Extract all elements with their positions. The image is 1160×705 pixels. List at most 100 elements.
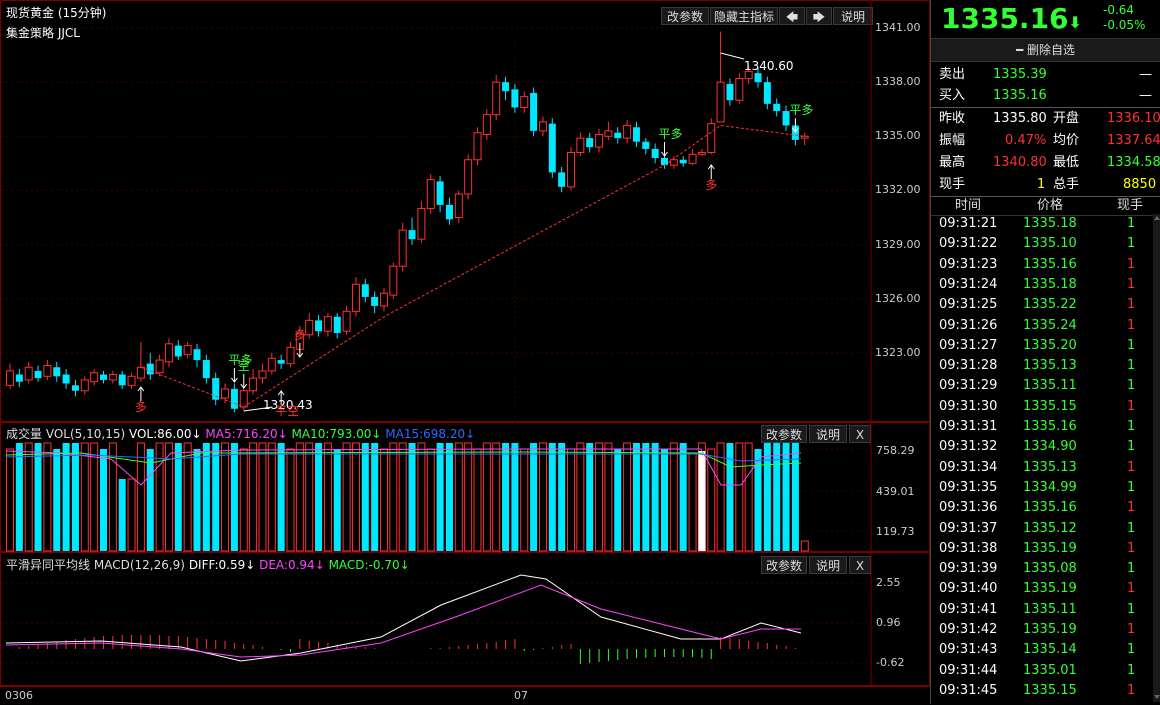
volume-bar — [604, 442, 613, 552]
tick-row: 09:31:39 1335.08 1 — [931, 559, 1160, 579]
candle-body — [155, 359, 164, 374]
tick-price: 1335.15 — [1023, 398, 1077, 414]
candle-body — [735, 78, 744, 101]
volume-bar — [15, 443, 23, 551]
volume-bar — [482, 442, 491, 552]
tick-price: 1335.20 — [1023, 337, 1077, 353]
buy-volume: — — [1139, 88, 1152, 103]
volume-bar — [661, 449, 668, 551]
candle-body — [558, 172, 566, 187]
volume-bar — [669, 442, 678, 552]
ticks-scrollbar[interactable] — [1153, 214, 1160, 702]
candle-body — [763, 82, 771, 104]
tick-price: 1335.19 — [1023, 540, 1077, 556]
candle-body — [323, 316, 332, 332]
tick-row: 09:31:31 1335.16 1 — [931, 417, 1160, 437]
candle-body — [538, 121, 547, 132]
macd-axis-3: -0.62 — [876, 656, 905, 669]
volume-bar — [43, 442, 52, 552]
tick-price: 1335.10 — [1023, 236, 1077, 252]
volume-bar — [763, 443, 771, 551]
tick-row: 09:31:21 1335.18 1 — [931, 214, 1160, 234]
tick-volume: 1 — [1127, 419, 1136, 434]
candle-body — [239, 390, 248, 408]
candle-body — [193, 349, 201, 361]
high-label: 1340.60 — [744, 59, 794, 73]
volume-bar — [258, 442, 267, 552]
tick-volume: 1 — [1127, 297, 1136, 313]
ticks-header-volume: 现手 — [1117, 198, 1144, 213]
candle-body — [249, 377, 258, 392]
tick-time: 09:31:27 — [939, 337, 998, 353]
volume-bar — [576, 442, 585, 552]
amplitude: 0.47% — [1005, 133, 1047, 148]
current-hand-label: 现手 — [939, 177, 966, 192]
tick-row: 09:31:27 1335.20 1 — [931, 336, 1160, 356]
volume-bar — [623, 442, 632, 552]
volume-bar — [511, 443, 519, 551]
tick-volume: 1 — [1127, 581, 1136, 597]
volume-bar — [473, 448, 482, 552]
kline-chart[interactable]: 1340.601320.43多多多平多平多平多空平空 — [1, 1, 931, 423]
volume-bar — [295, 442, 304, 552]
prev-close: 1335.80 — [993, 111, 1047, 126]
tick-time: 09:31:34 — [939, 459, 998, 475]
tick-row: 09:31:44 1335.01 1 — [931, 661, 1160, 681]
candle-body — [277, 360, 285, 364]
candle-body — [183, 345, 192, 356]
candle-body — [71, 385, 79, 391]
scroll-up-icon[interactable] — [1154, 216, 1160, 220]
candle-body — [230, 388, 238, 409]
candle-body — [511, 89, 519, 108]
tick-row: 09:31:41 1335.11 1 — [931, 600, 1160, 620]
tick-time: 09:31:31 — [939, 419, 998, 434]
candle-body — [679, 159, 687, 164]
volume-bar — [53, 449, 61, 551]
volume-bar — [567, 448, 575, 552]
candle-body — [661, 157, 668, 166]
macd-axis-2: 0.96 — [876, 616, 901, 629]
tick-row: 09:31:26 1335.24 1 — [931, 316, 1160, 336]
price-change-pct: -0.05% — [1103, 18, 1146, 32]
volume-bar — [707, 448, 716, 552]
candle-body — [604, 130, 613, 137]
high-label: 最高 — [939, 155, 966, 170]
price-axis-label: 1335.00 — [875, 129, 921, 143]
volume-bar — [333, 449, 341, 551]
tick-volume: 1 — [1127, 358, 1136, 374]
volume-bar — [698, 451, 706, 551]
candle-body — [24, 366, 33, 381]
volume-bar — [548, 443, 556, 551]
volume-bar — [398, 442, 407, 552]
tick-time: 09:31:38 — [939, 540, 998, 556]
tick-time: 09:31:29 — [939, 378, 998, 394]
volume-bar — [558, 443, 566, 551]
scroll-down-icon[interactable] — [1154, 695, 1160, 699]
signal-duo: 多 — [705, 178, 717, 192]
candle-body — [258, 370, 267, 379]
high-low-row: 最高 1340.80 最低 1334.58 — [931, 152, 1160, 173]
tick-price: 1335.16 — [1023, 500, 1077, 516]
candle-body — [697, 152, 706, 155]
candle-body — [202, 360, 210, 379]
candle-body — [520, 96, 529, 108]
tick-volume: 1 — [1127, 642, 1136, 658]
buy-row: 买入 1335.16 — — [931, 85, 1160, 106]
tick-volume: 1 — [1127, 622, 1136, 637]
candle-body — [707, 123, 716, 154]
remove-watchlist-button[interactable]: ━ 删除自选 — [931, 38, 1160, 62]
amp-avg-row: 振幅 0.47% 均价 1337.64 — [931, 130, 1160, 151]
volume-bar — [380, 448, 388, 552]
volume-bar — [90, 442, 99, 552]
kline-panel: 现货黄金 (15分钟) 集金策略 JJCL 改参数 隐藏主指标 🡄 🡆 说明 1… — [0, 0, 931, 423]
volume-bar — [315, 443, 323, 551]
candle-body — [445, 204, 453, 220]
volume-bar — [221, 442, 230, 552]
volume-bar — [417, 442, 426, 552]
tick-time: 09:31:23 — [939, 256, 998, 272]
tick-time: 09:31:43 — [939, 642, 998, 658]
candle-body — [548, 123, 556, 173]
volume-bar — [744, 442, 753, 552]
candle-body — [530, 92, 538, 131]
candle-body — [53, 367, 61, 377]
